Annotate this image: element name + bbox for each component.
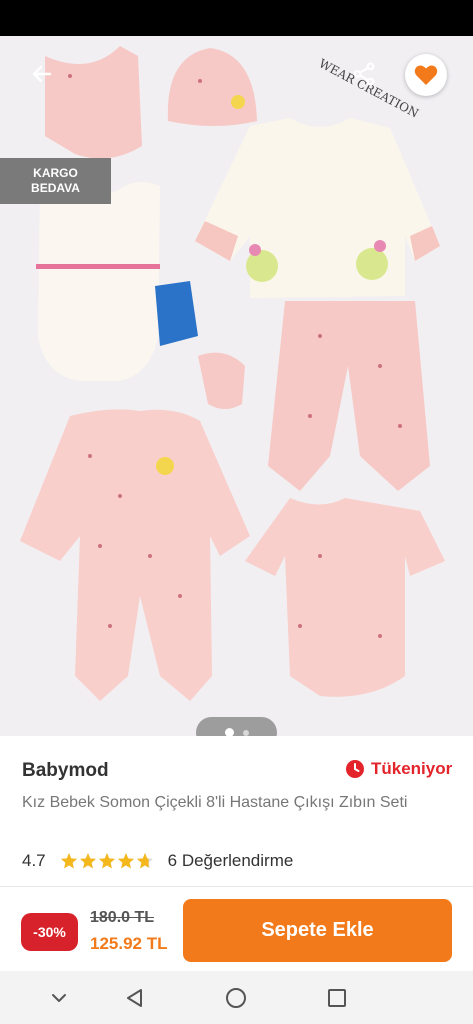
home-circle-icon (226, 988, 246, 1008)
cart-bar: -30% 180.0 TL 125.92 TL Sepete Ekle (0, 887, 473, 971)
star-icon (117, 853, 134, 869)
chevron-down-icon (52, 994, 66, 1002)
rating-value: 4.7 (22, 851, 46, 870)
star-icon (79, 853, 96, 869)
status-bar (0, 0, 473, 36)
share-icon (353, 62, 375, 86)
share-button[interactable] (344, 54, 384, 94)
nav-recents-button[interactable] (324, 985, 350, 1011)
product-photo: WEAR CREATION (0, 36, 473, 736)
star-icon (136, 853, 153, 869)
add-to-cart-button[interactable]: Sepete Ekle (183, 899, 452, 962)
old-price: 180.0 TL (90, 909, 155, 926)
back-button[interactable] (22, 54, 62, 94)
review-count[interactable]: 6 Değerlendirme (168, 851, 294, 871)
product-title: Kız Bebek Somon Çiçekli 8'li Hastane Çık… (22, 794, 408, 811)
free-shipping-badge: KARGO BEDAVA (0, 158, 111, 204)
stock-status: Tükeniyor (345, 759, 452, 779)
back-triangle-icon (127, 989, 142, 1007)
recents-square-icon (328, 989, 346, 1007)
nav-home-button[interactable] (223, 985, 249, 1011)
product-info: Babymod Tükeniyor Kız Bebek Somon Çiçekl… (0, 736, 473, 886)
rating-row[interactable]: 4.7 6 Değerlendirme (22, 851, 293, 871)
carousel-dot[interactable] (242, 729, 249, 736)
brand-name[interactable]: Babymod (22, 760, 109, 782)
clock-icon (346, 760, 364, 778)
nav-back-button[interactable] (122, 985, 148, 1011)
favorite-button[interactable] (405, 54, 447, 96)
rating-stars (60, 852, 154, 870)
carousel-indicator[interactable] (196, 717, 277, 736)
star-icon (98, 853, 115, 869)
cargo-badge-line1: KARGO (33, 166, 78, 180)
discount-badge: -30% (21, 913, 78, 951)
stock-status-label: Tükeniyor (371, 759, 453, 778)
cargo-badge-line2: BEDAVA (31, 181, 80, 195)
star-icon (60, 853, 77, 869)
carousel-dot-active[interactable] (224, 728, 234, 736)
product-image[interactable]: WEAR CREATION KARGO BEDAVA (0, 36, 473, 736)
heart-icon (414, 65, 438, 85)
new-price: 125.92 TL (90, 934, 168, 953)
nav-collapse-button[interactable] (46, 985, 72, 1011)
system-nav-bar (0, 971, 473, 1024)
back-arrow-icon (32, 65, 52, 83)
